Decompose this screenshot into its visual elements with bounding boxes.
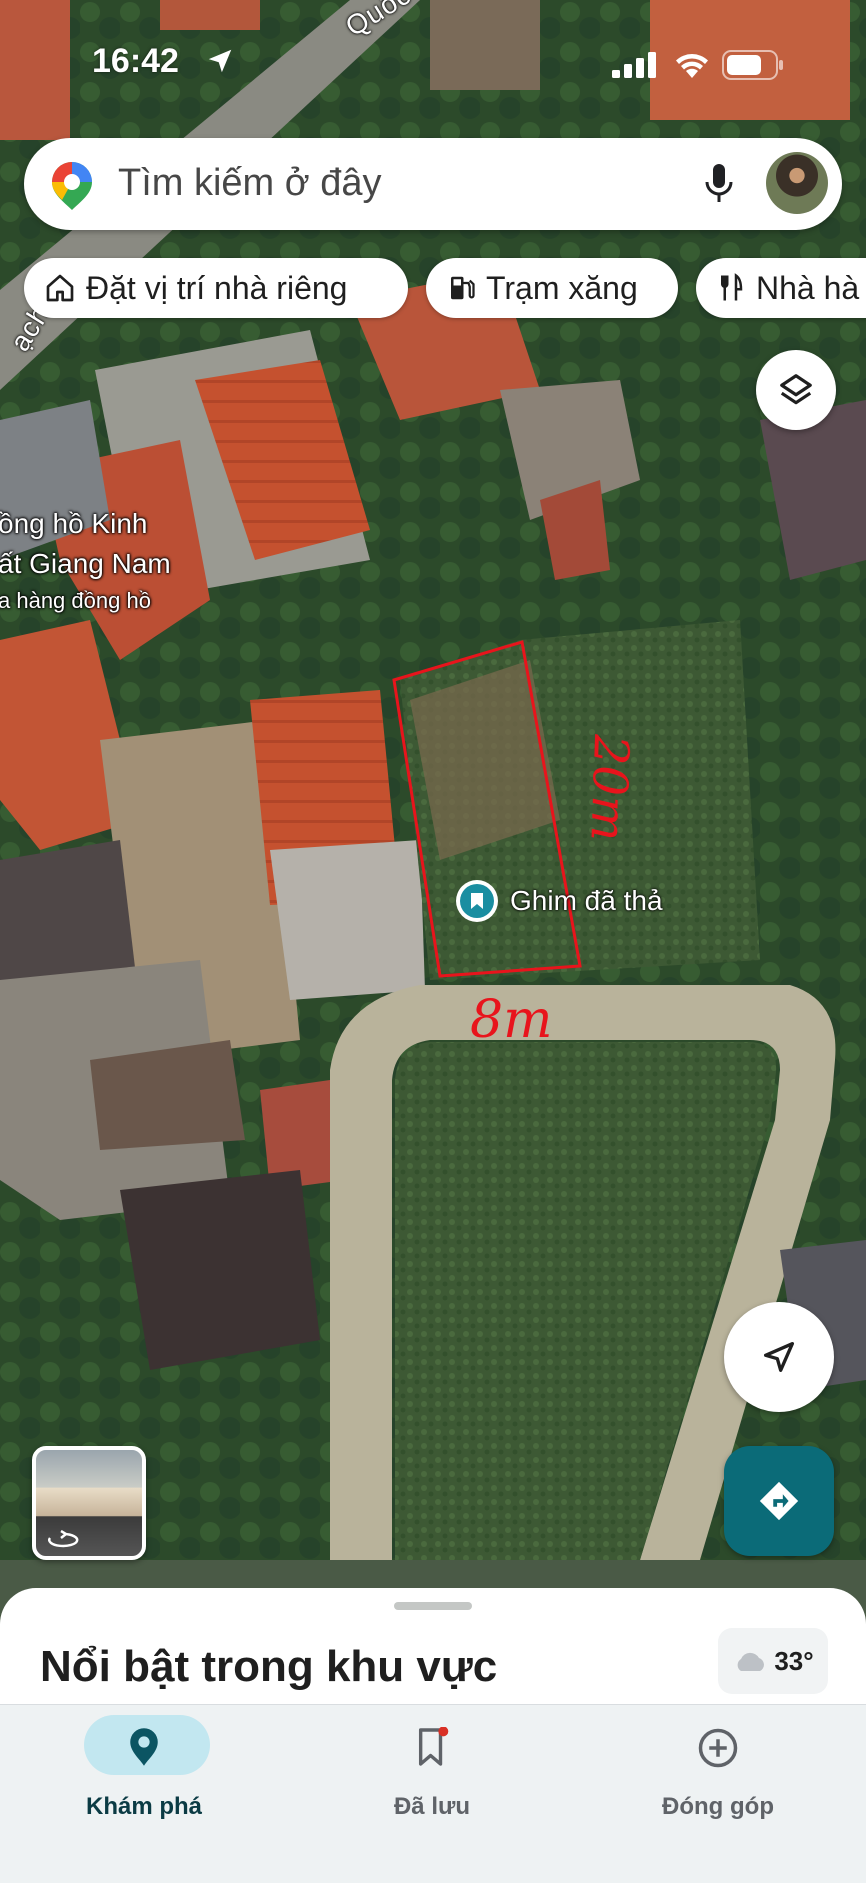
navigation-arrow-icon [764,1342,794,1372]
weather-badge[interactable]: 33° [718,1628,828,1694]
bottom-navigation: Khám phá Đã lưu Đóng góp [0,1704,866,1883]
my-location-button[interactable] [724,1302,834,1412]
status-time: 16:42 [92,42,179,80]
weather-temperature: 33° [774,1645,814,1676]
search-bar[interactable]: Tìm kiếm ở đây [24,138,842,230]
pin-marker-icon [456,880,498,922]
nav-contribute[interactable]: Đóng góp [598,1705,838,1883]
bottom-sheet[interactable]: Nổi bật trong khu vực 33° [0,1588,866,1718]
cloud-icon [737,1652,765,1671]
add-circle-icon [698,1728,738,1768]
status-bar: 16:42 [0,0,866,110]
chip-label: Nhà hà [756,269,860,306]
bookmark-icon [418,1727,449,1766]
home-icon [44,272,76,304]
sheet-drag-handle[interactable] [394,1602,472,1610]
dropped-pin[interactable]: Ghim đã thả [456,880,663,922]
microphone-icon[interactable] [704,162,734,204]
rotate-360-icon [48,1530,79,1548]
chip-restaurants[interactable]: Nhà hà [696,258,866,318]
cellular-signal-icon [612,52,656,78]
restaurant-icon [716,272,746,304]
chip-label: Đặt vị trí nhà riêng [86,269,348,306]
nav-label: Đã lưu [393,1793,471,1820]
nav-saved[interactable]: Đã lưu [312,1705,552,1883]
pin-label: Ghim đã thả [510,885,663,916]
sheet-title: Nổi bật trong khu vực [40,1642,498,1691]
annotation-length: 20m [579,733,640,843]
chip-gas-station[interactable]: Trạm xăng [426,258,678,318]
nav-label: Đóng góp [662,1793,774,1820]
chip-label: Trạm xăng [486,269,638,306]
battery-icon [722,50,783,80]
location-arrow-icon [208,49,232,73]
poi-label-line2[interactable]: ất Giang Nam [0,548,171,580]
map-view[interactable]: Quốc ạch Ký ồng hồ Kinh ất Giang Nam a h… [0,0,866,1700]
directions-button[interactable] [724,1446,834,1556]
chip-set-home[interactable]: Đặt vị trí nhà riêng [24,258,408,318]
explore-pin-icon [130,1728,158,1766]
layers-button[interactable] [756,350,836,430]
satellite-imagery [0,0,866,1700]
directions-icon [759,1481,799,1521]
nav-label: Khám phá [85,1793,202,1820]
account-avatar[interactable] [766,152,828,214]
annotation-width: 8m [470,990,553,1050]
nav-explore[interactable]: Khám phá [24,1705,264,1883]
gas-station-icon [446,272,476,304]
poi-label-line1[interactable]: ồng hồ Kinh [0,508,147,540]
wifi-icon [676,54,708,78]
google-maps-pin-icon [52,162,92,210]
layers-icon [780,374,812,405]
poi-label-line3: a hàng đồng hồ [0,588,151,613]
search-input[interactable]: Tìm kiếm ở đây [118,162,382,205]
street-view-thumbnail[interactable] [32,1446,146,1560]
